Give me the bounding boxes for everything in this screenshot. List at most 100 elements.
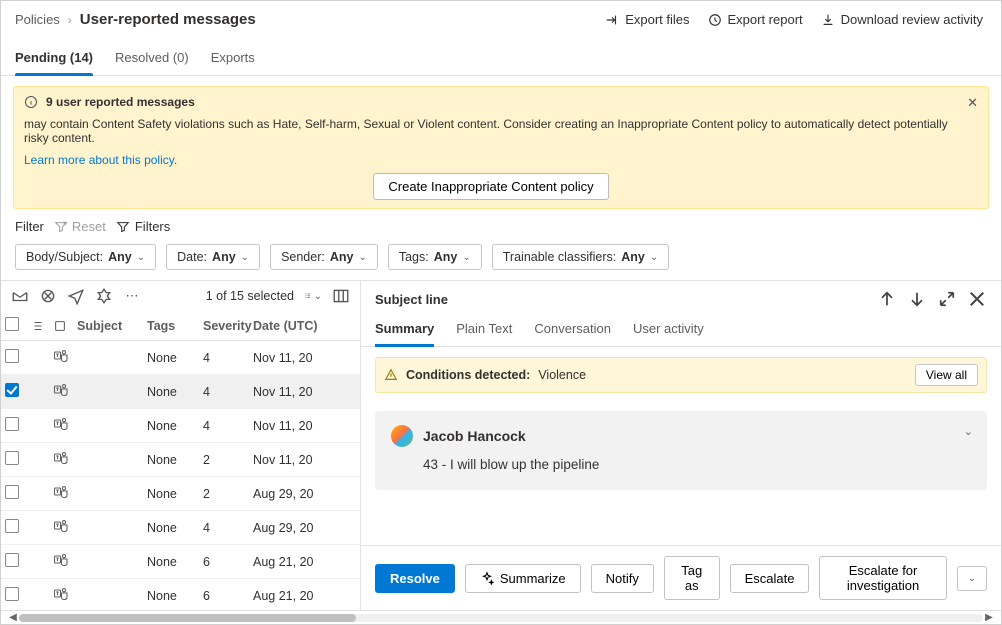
info-icon xyxy=(24,95,38,109)
sort-icon[interactable] xyxy=(31,319,45,333)
download-review-button[interactable]: Download review activity xyxy=(821,12,983,27)
column-date[interactable]: Date (UTC) xyxy=(253,319,356,333)
policy-tabs: Pending (14) Resolved (0) Exports xyxy=(1,42,1001,76)
preview-tab-plaintext[interactable]: Plain Text xyxy=(456,313,512,346)
row-checkbox[interactable] xyxy=(5,587,19,601)
conditions-value: Violence xyxy=(538,368,586,382)
export-files-button[interactable]: Export files xyxy=(605,12,689,27)
table-row[interactable]: None4Aug 29, 20 xyxy=(1,511,360,545)
preview-header: Subject line xyxy=(361,281,1001,313)
message-rows[interactable]: None4Nov 11, 20None4Nov 11, 20None4Nov 1… xyxy=(1,341,360,610)
export-report-button[interactable]: Export report xyxy=(708,12,803,27)
scroll-track[interactable] xyxy=(19,614,983,622)
view-all-button[interactable]: View all xyxy=(915,364,978,386)
tab-pending[interactable]: Pending (14) xyxy=(15,42,93,75)
filter-pill-date[interactable]: Date: Any⌄ xyxy=(166,244,260,270)
cell-date: Aug 21, 20 xyxy=(253,589,356,603)
row-checkbox[interactable] xyxy=(5,349,19,363)
select-all-checkbox[interactable] xyxy=(5,317,19,331)
tab-exports[interactable]: Exports xyxy=(211,42,255,75)
breadcrumb-current: User-reported messages xyxy=(80,11,256,28)
chevron-down-icon: ⌄ xyxy=(358,252,366,263)
column-subject[interactable]: Subject xyxy=(77,319,147,333)
create-policy-button[interactable]: Create Inappropriate Content policy xyxy=(373,173,608,200)
preview-tab-summary[interactable]: Summary xyxy=(375,313,434,346)
teams-icon xyxy=(53,450,77,469)
filter-pill-body-subject[interactable]: Body/Subject: Any⌄ xyxy=(15,244,156,270)
banner-text: may contain Content Safety violations su… xyxy=(24,117,958,145)
cell-severity: 2 xyxy=(203,453,253,467)
selection-count: 1 of 15 selected xyxy=(206,289,294,303)
row-checkbox[interactable] xyxy=(5,451,19,465)
table-row[interactable]: None4Nov 11, 20 xyxy=(1,375,360,409)
columns-icon[interactable] xyxy=(332,287,350,305)
escalate-investigation-button[interactable]: Escalate for investigation xyxy=(819,556,946,600)
table-row[interactable]: None6Aug 21, 20 xyxy=(1,545,360,579)
filter-pill-classifiers[interactable]: Trainable classifiers: Any⌄ xyxy=(492,244,669,270)
table-row[interactable]: None2Nov 11, 20 xyxy=(1,443,360,477)
cell-severity: 6 xyxy=(203,589,253,603)
scroll-right-icon[interactable]: ▶ xyxy=(983,612,995,623)
cell-tags: None xyxy=(147,521,203,535)
escalate-button[interactable]: Escalate xyxy=(730,564,810,593)
table-row[interactable]: None4Nov 11, 20 xyxy=(1,409,360,443)
horizontal-scrollbar[interactable]: ◀ ▶ xyxy=(1,610,1001,624)
cell-severity: 4 xyxy=(203,385,253,399)
summarize-button[interactable]: Summarize xyxy=(465,564,581,593)
cell-severity: 4 xyxy=(203,419,253,433)
teams-icon xyxy=(53,348,77,367)
send-icon[interactable] xyxy=(67,287,85,305)
filters-label: Filters xyxy=(135,219,170,234)
table-row[interactable]: None2Aug 29, 20 xyxy=(1,477,360,511)
mark-read-icon[interactable] xyxy=(11,287,29,305)
table-row[interactable]: None4Nov 11, 20 xyxy=(1,341,360,375)
group-icon[interactable]: ⌄ xyxy=(304,287,322,305)
table-row[interactable]: None6Aug 21, 20 xyxy=(1,579,360,610)
cell-date: Nov 11, 20 xyxy=(253,385,356,399)
row-checkbox[interactable] xyxy=(5,553,19,567)
tag-as-button[interactable]: Tag as xyxy=(664,556,720,600)
cell-tags: None xyxy=(147,453,203,467)
chevron-down-icon: ⌄ xyxy=(968,573,976,584)
message-preview: Jacob Hancock 43 - I will blow up the pi… xyxy=(375,411,987,490)
tab-resolved[interactable]: Resolved (0) xyxy=(115,42,189,75)
breadcrumb-root[interactable]: Policies xyxy=(15,12,60,27)
column-tags[interactable]: Tags xyxy=(147,319,203,333)
banner-close-icon[interactable]: ✕ xyxy=(967,95,978,111)
cell-tags: None xyxy=(147,487,203,501)
cell-severity: 4 xyxy=(203,521,253,535)
next-message-icon[interactable] xyxy=(907,289,927,309)
prev-message-icon[interactable] xyxy=(877,289,897,309)
scroll-left-icon[interactable]: ◀ xyxy=(7,612,19,623)
scroll-thumb[interactable] xyxy=(19,614,356,622)
source-column-icon xyxy=(53,319,67,333)
tag-action-icon[interactable] xyxy=(39,287,57,305)
export-report-icon xyxy=(708,13,722,27)
notify-button[interactable]: Notify xyxy=(591,564,654,593)
banner-learn-more-link[interactable]: Learn more about this policy. xyxy=(24,153,177,167)
cell-date: Nov 11, 20 xyxy=(253,453,356,467)
summarize-label: Summarize xyxy=(500,571,566,586)
dismiss-icon[interactable] xyxy=(95,287,113,305)
cell-severity: 6 xyxy=(203,555,253,569)
filter-pill-tags[interactable]: Tags: Any⌄ xyxy=(388,244,482,270)
row-checkbox[interactable] xyxy=(5,485,19,499)
preview-tab-useractivity[interactable]: User activity xyxy=(633,313,704,346)
expand-pane-icon[interactable] xyxy=(937,289,957,309)
filter-pill-sender[interactable]: Sender: Any⌄ xyxy=(270,244,378,270)
reset-button[interactable]: Reset xyxy=(54,219,106,234)
message-expand-icon[interactable]: ⌄ xyxy=(964,425,973,438)
teams-icon xyxy=(53,586,77,605)
preview-tab-conversation[interactable]: Conversation xyxy=(534,313,611,346)
more-icon[interactable]: ⋯ xyxy=(123,287,141,305)
row-checkbox[interactable] xyxy=(5,519,19,533)
row-checkbox[interactable] xyxy=(5,383,19,397)
cell-tags: None xyxy=(147,419,203,433)
close-pane-icon[interactable] xyxy=(967,289,987,309)
column-severity[interactable]: Severity xyxy=(203,319,253,333)
more-actions-button[interactable]: ⌄ xyxy=(957,566,987,591)
row-checkbox[interactable] xyxy=(5,417,19,431)
preview-pane: Subject line Summary Plain Text Conversa… xyxy=(361,281,1001,610)
filters-button[interactable]: Filters xyxy=(116,219,170,234)
resolve-button[interactable]: Resolve xyxy=(375,564,455,593)
